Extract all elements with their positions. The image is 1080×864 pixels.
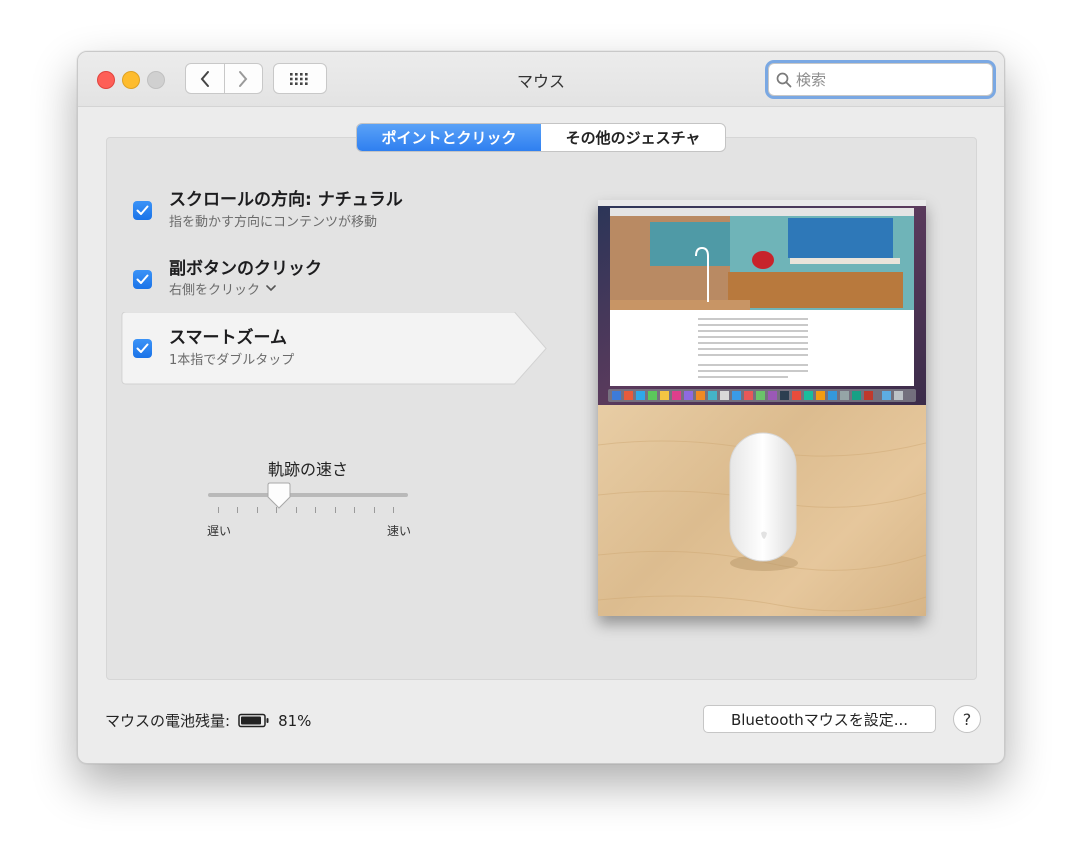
preview-desk [598, 405, 926, 616]
battery-status: マウスの電池残量: 81% [105, 710, 311, 731]
search-icon [776, 72, 792, 87]
smart-zoom-checkbox[interactable] [133, 339, 152, 358]
option-title: 副ボタンのクリック [169, 259, 322, 279]
search-placeholder: 検索 [796, 71, 827, 89]
tab-control: ポイントとクリック その他のジェスチャ [356, 123, 726, 152]
slider-max-label: 速い [387, 524, 412, 538]
secondary-click-checkbox[interactable] [133, 270, 152, 289]
magic-mouse-illustration [598, 432, 926, 612]
tab-more-gestures[interactable]: その他のジェスチャ [541, 124, 725, 151]
battery-percent: 81% [278, 711, 312, 730]
option-subtitle: 指を動かす方向にコンテンツが移動 [169, 215, 378, 230]
battery-icon [238, 713, 269, 728]
option-smart-zoom[interactable]: スマートズーム 1本指でダブルタップ [120, 313, 520, 385]
slider-thumb[interactable] [267, 482, 291, 510]
help-button[interactable]: ? [953, 705, 981, 733]
secondary-click-popup[interactable]: 右側をクリック [169, 279, 276, 298]
option-secondary-click[interactable]: 副ボタンのクリック 右側をクリック [120, 244, 550, 316]
battery-label: マウスの電池残量: [105, 712, 231, 730]
option-subtitle: 右側をクリック [169, 283, 261, 298]
tracking-speed-label: 軌跡の速さ [267, 460, 348, 479]
checkmark-icon [136, 205, 149, 215]
search-field[interactable]: 検索 [768, 63, 993, 96]
chevron-down-icon [266, 285, 276, 292]
option-subtitle: 1本指でダブルタップ [169, 353, 295, 368]
preview-screen-illustration [598, 200, 926, 405]
setup-bluetooth-mouse-button[interactable]: Bluetoothマウスを設定... [703, 705, 936, 733]
tab-point-and-click[interactable]: ポイントとクリック [357, 124, 541, 151]
preview-screen [598, 200, 926, 405]
checkmark-icon [136, 274, 149, 284]
checkmark-icon [136, 343, 149, 353]
gesture-preview-image [598, 200, 926, 616]
slider-min-label: 遅い [207, 524, 232, 538]
tracking-speed-slider[interactable] [208, 493, 408, 497]
option-scroll-direction[interactable]: スクロールの方向: ナチュラル 指を動かす方向にコンテンツが移動 [120, 175, 550, 247]
option-title: スクロールの方向: ナチュラル [169, 190, 403, 210]
scroll-direction-checkbox[interactable] [133, 201, 152, 220]
mouse-preferences-window: マウス 検索 ポイントとクリック その他のジェスチャ スクロールの方向: ナチュ… [77, 51, 1005, 764]
slider-ticks [218, 507, 394, 513]
title-bar: マウス 検索 [78, 52, 1004, 107]
option-title: スマートズーム [169, 328, 287, 348]
